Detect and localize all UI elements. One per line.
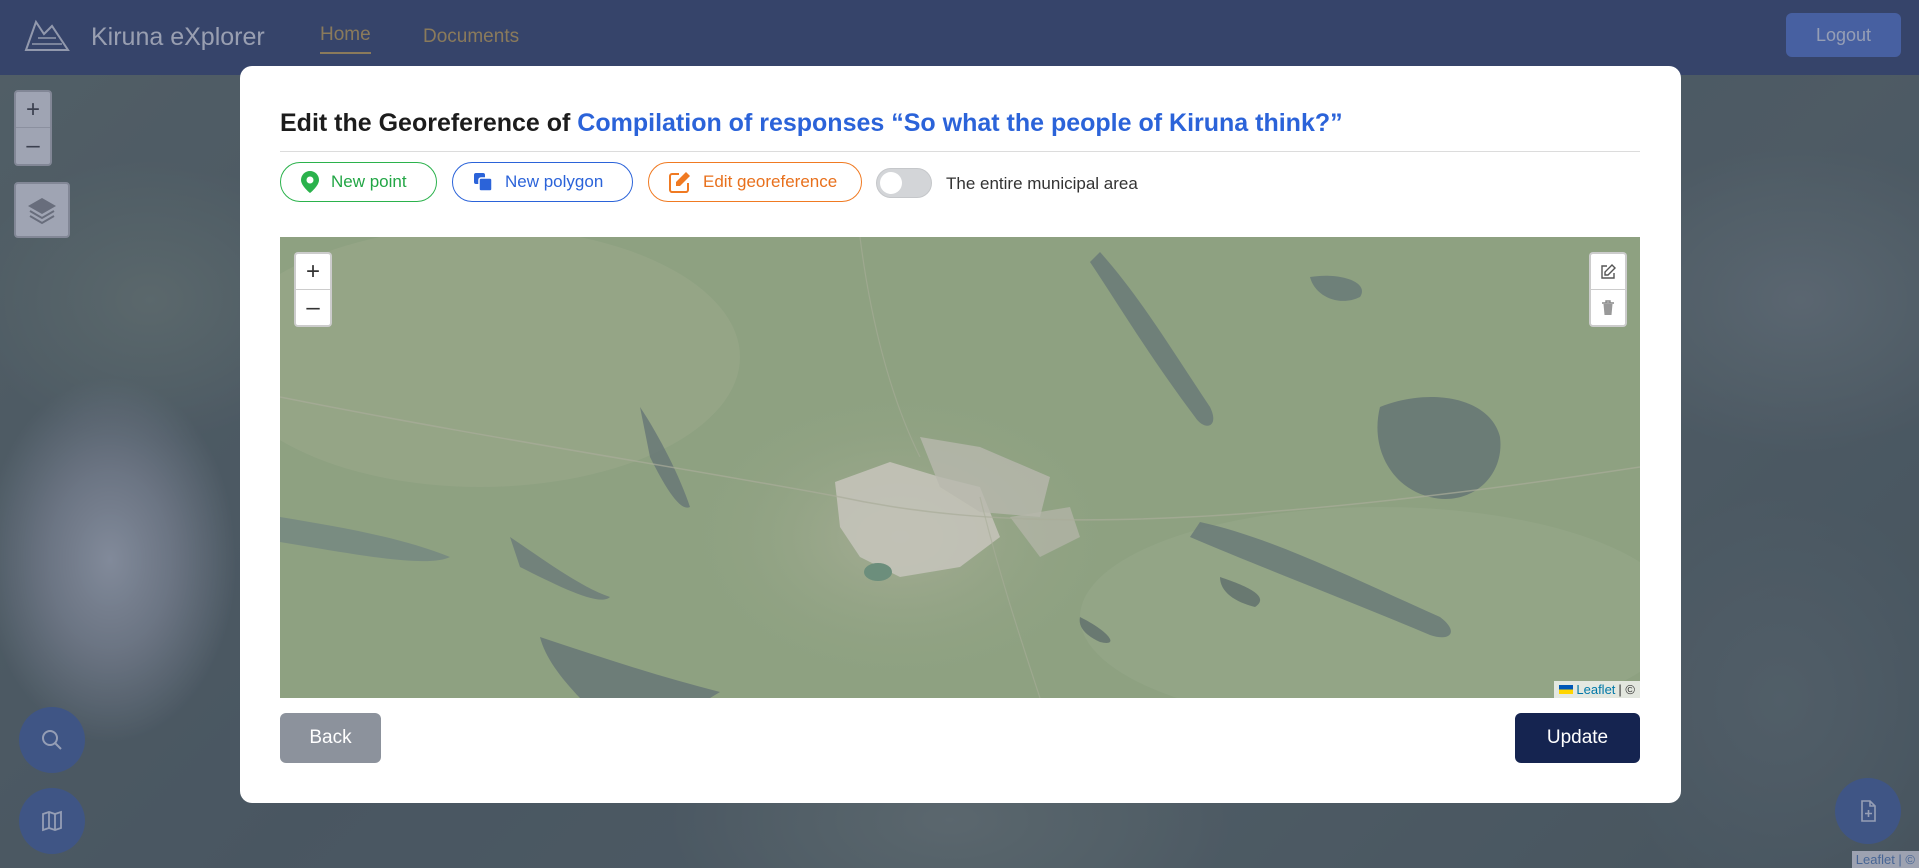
municipal-area-label: The entire municipal area	[946, 174, 1138, 193]
satellite-imagery	[280, 237, 1640, 698]
polygon-icon	[474, 173, 493, 192]
new-point-label: New point	[331, 172, 407, 191]
georeference-map[interactable]: + – Leaflet | ©	[280, 237, 1640, 698]
zoom-out-button[interactable]: –	[296, 290, 330, 326]
new-polygon-button[interactable]: New polygon	[452, 162, 633, 202]
trash-icon	[1602, 300, 1614, 315]
back-button[interactable]: Back	[280, 713, 381, 763]
map-zoom-control: + –	[294, 252, 332, 327]
update-button[interactable]: Update	[1515, 713, 1640, 763]
new-polygon-label: New polygon	[505, 172, 604, 191]
municipal-area-toggle[interactable]	[876, 168, 932, 198]
modal-document-name: Compilation of responses “So what the pe…	[577, 109, 1343, 137]
title-divider	[280, 151, 1640, 152]
map-draw-toolbar	[1589, 252, 1627, 327]
zoom-in-button[interactable]: +	[296, 254, 330, 290]
attribution-text: | ©	[1618, 682, 1635, 697]
delete-layers-button[interactable]	[1591, 290, 1625, 326]
edit-georeference-button[interactable]: Edit georeference	[648, 162, 862, 202]
new-point-button[interactable]: New point	[280, 162, 437, 202]
leaflet-link[interactable]: Leaflet	[1576, 682, 1615, 697]
toggle-knob	[880, 172, 902, 194]
modal-title-prefix: Edit the Georeference of	[280, 109, 578, 137]
ukraine-flag-icon	[1559, 685, 1574, 694]
edit-georeference-modal: Edit the Georeference of Compilation of …	[240, 66, 1681, 803]
edit-icon	[669, 172, 690, 193]
edit-layers-icon	[1601, 263, 1616, 279]
edit-georeference-label: Edit georeference	[703, 172, 838, 191]
map-pin-icon	[301, 171, 319, 193]
edit-layers-button[interactable]	[1591, 254, 1625, 290]
map-attribution: Leaflet | ©	[1554, 681, 1640, 698]
modal-title: Edit the Georeference of Compilation of …	[280, 109, 1343, 138]
